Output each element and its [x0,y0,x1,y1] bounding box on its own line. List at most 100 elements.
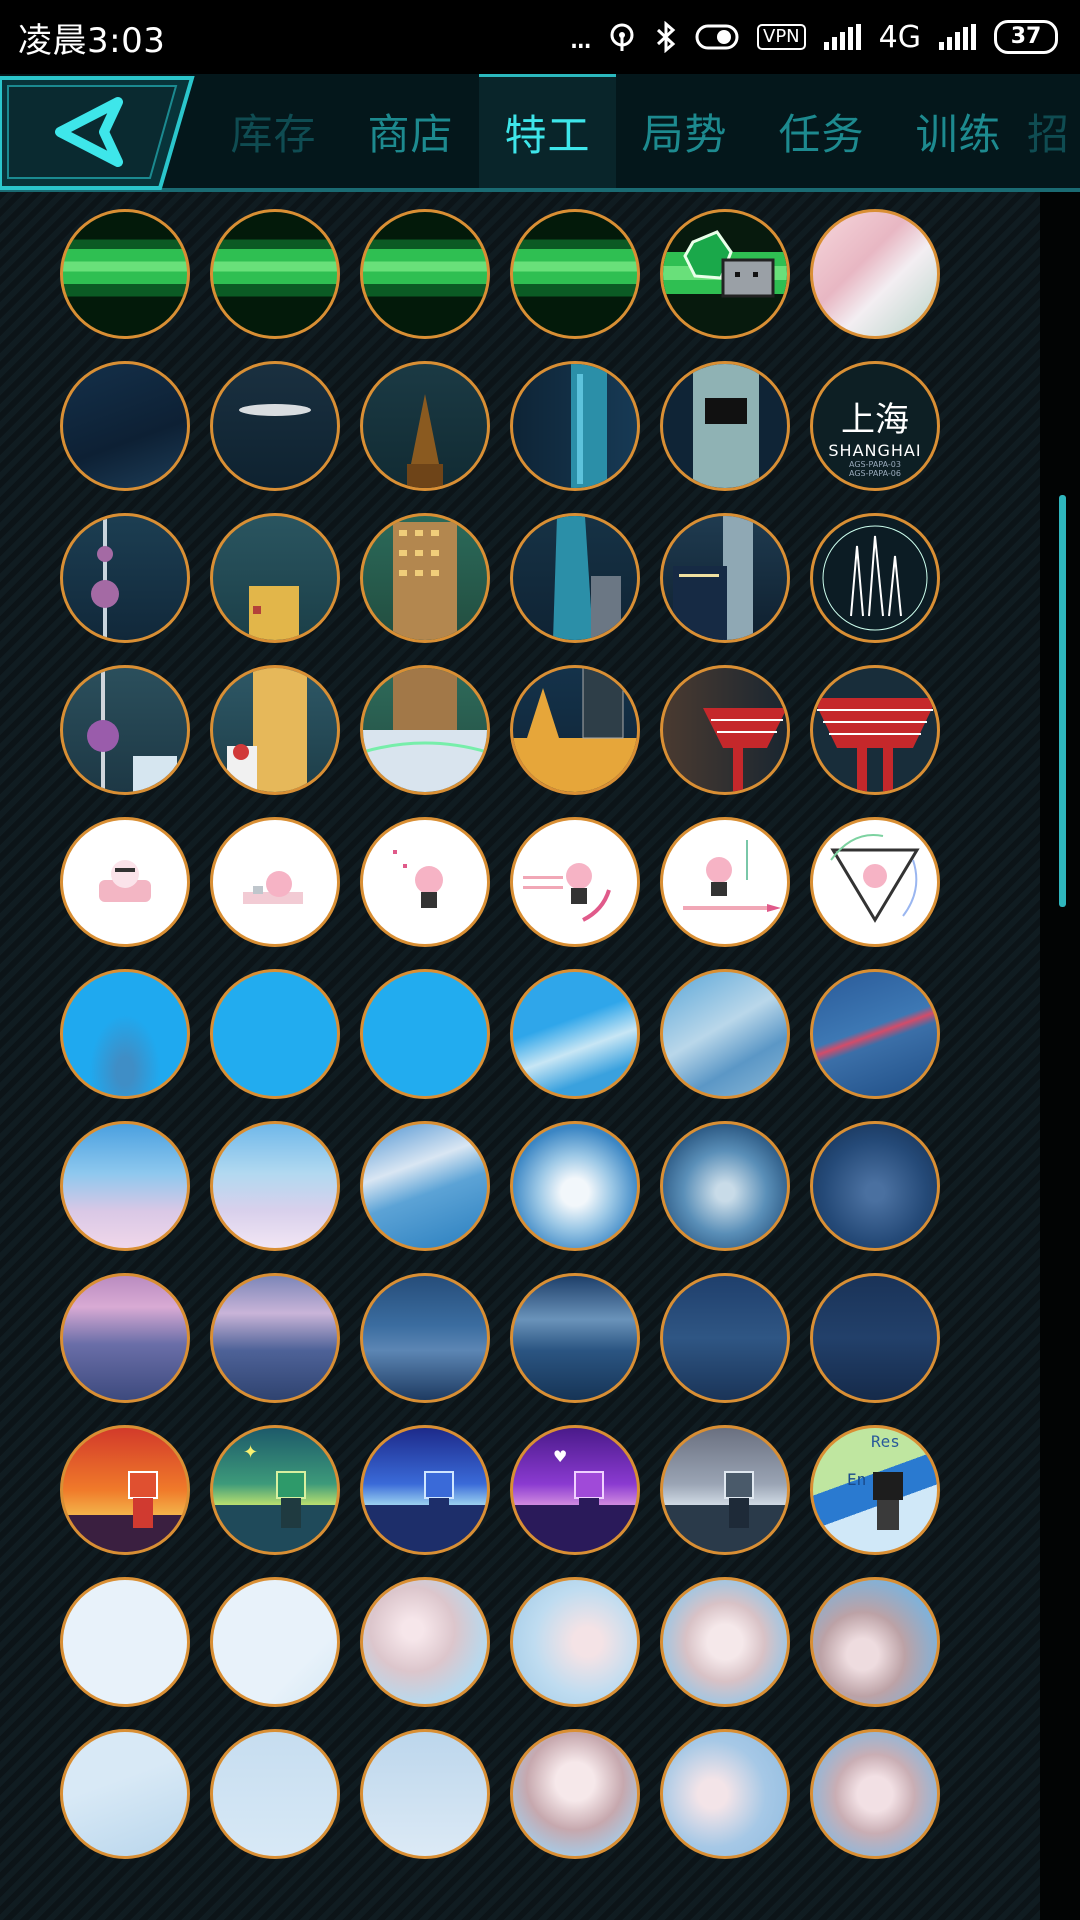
avatar-item[interactable] [360,1425,490,1555]
avatar-item[interactable] [210,1273,340,1403]
avatar-item[interactable] [510,1273,640,1403]
avatar-row [60,817,940,947]
avatar-item[interactable] [510,513,640,643]
status-icons: ... VPN 4G 37 [569,17,1058,57]
avatar-row [60,1273,940,1403]
avatar-item[interactable]: ♥ [510,1425,640,1555]
avatar-item[interactable] [660,665,790,795]
avatar-row: 上海 SHANGHAI AGS-PAPA-03 AGS-PAPA-06 [60,361,940,491]
avatar-row [60,969,940,1099]
svg-text:♥: ♥ [553,1447,567,1466]
avatar-grid-panel[interactable]: 上海 SHANGHAI AGS-PAPA-03 AGS-PAPA-06 ✦ ♥ … [0,192,1040,1920]
avatar-item[interactable] [210,361,340,491]
avatar-item[interactable] [810,1121,940,1251]
avatar-item[interactable] [210,969,340,1099]
tab-store[interactable]: 商店 [342,74,479,188]
avatar-item[interactable] [660,361,790,491]
avatar-item[interactable] [60,209,190,339]
avatar-item[interactable] [210,1577,340,1707]
tab-missions[interactable]: 任务 [753,74,890,188]
avatar-item[interactable] [810,1577,940,1707]
avatar-item[interactable] [210,817,340,947]
avatar-item[interactable] [660,1729,790,1859]
back-button[interactable] [0,74,205,192]
avatar-item[interactable]: Res En [810,1425,940,1555]
avatar-item[interactable] [660,209,790,339]
avatar-item[interactable] [810,1729,940,1859]
avatar-item[interactable] [360,1121,490,1251]
top-nav: 库存 商店 特工 局势 任务 训练 招 [0,74,1080,192]
avatar-item[interactable] [60,1577,190,1707]
avatar-item[interactable] [660,1577,790,1707]
avatar-item[interactable] [810,969,940,1099]
avatar-item[interactable] [360,1273,490,1403]
avatar-item[interactable] [60,1121,190,1251]
avatar-item[interactable]: ✦ [210,1425,340,1555]
toggle-icon [695,24,739,50]
avatar-item[interactable] [360,513,490,643]
signal-icon-2 [939,24,976,50]
network-type: 4G [878,19,921,55]
avatar-row [60,1577,940,1707]
status-time: 凌晨3:03 [18,20,166,61]
avatar-item[interactable] [660,1425,790,1555]
avatar-item[interactable] [60,665,190,795]
shanghai-title: 上海 [841,400,909,440]
avatar-item[interactable] [210,1121,340,1251]
avatar-item[interactable] [660,1121,790,1251]
avatar-item[interactable] [510,969,640,1099]
tab-list: 库存 商店 特工 局势 任务 训练 招 [205,74,1080,188]
avatar-item[interactable] [510,1577,640,1707]
shanghai-code-2: AGS-PAPA-06 [849,469,901,478]
avatar-item[interactable] [510,361,640,491]
avatar-item[interactable] [510,1121,640,1251]
tab-training[interactable]: 训练 [890,74,1027,188]
avatar-item[interactable] [60,969,190,1099]
avatar-grid: 上海 SHANGHAI AGS-PAPA-03 AGS-PAPA-06 ✦ ♥ … [60,209,940,1881]
avatar-item[interactable] [510,209,640,339]
avatar-item[interactable] [360,817,490,947]
avatar-item[interactable] [360,1729,490,1859]
tab-recruit[interactable]: 招 [1027,74,1080,188]
avatar-row [60,513,940,643]
vpn-icon: VPN [757,24,806,50]
avatar-item[interactable] [510,817,640,947]
avatar-item[interactable] [60,361,190,491]
battery-icon: 37 [994,20,1058,54]
avatar-item[interactable] [660,969,790,1099]
avatar-item[interactable] [810,817,940,947]
avatar-item[interactable] [510,665,640,795]
scrollbar-thumb[interactable] [1059,495,1066,907]
avatar-item[interactable] [60,1425,190,1555]
avatar-item[interactable] [360,665,490,795]
avatar-item[interactable] [360,209,490,339]
pixel-label: Res [871,1432,900,1451]
avatar-item[interactable] [660,817,790,947]
avatar-item[interactable] [660,513,790,643]
avatar-item[interactable] [210,1729,340,1859]
avatar-item[interactable] [810,1273,940,1403]
avatar-item[interactable] [210,665,340,795]
avatar-item[interactable] [810,665,940,795]
tab-agent[interactable]: 特工 [479,74,616,188]
avatar-item[interactable] [210,513,340,643]
avatar-item[interactable] [810,209,940,339]
avatar-row [60,1121,940,1251]
avatar-item[interactable] [360,1577,490,1707]
avatar-item[interactable] [60,817,190,947]
avatar-item[interactable] [510,1729,640,1859]
avatar-item[interactable] [210,209,340,339]
avatar-item[interactable] [360,361,490,491]
avatar-item[interactable] [60,513,190,643]
pixel-label-2: En [847,1470,867,1489]
avatar-item[interactable] [660,1273,790,1403]
shanghai-subtitle: SHANGHAI [828,441,922,460]
tab-situation[interactable]: 局势 [616,74,753,188]
tab-inventory[interactable]: 库存 [205,74,342,188]
avatar-item[interactable] [360,969,490,1099]
avatar-item[interactable]: 上海 SHANGHAI AGS-PAPA-03 AGS-PAPA-06 [810,361,940,491]
status-bar: 凌晨3:03 ... VPN 4G 37 [0,0,1080,74]
avatar-item[interactable] [60,1729,190,1859]
avatar-item[interactable] [810,513,940,643]
avatar-item[interactable] [60,1273,190,1403]
